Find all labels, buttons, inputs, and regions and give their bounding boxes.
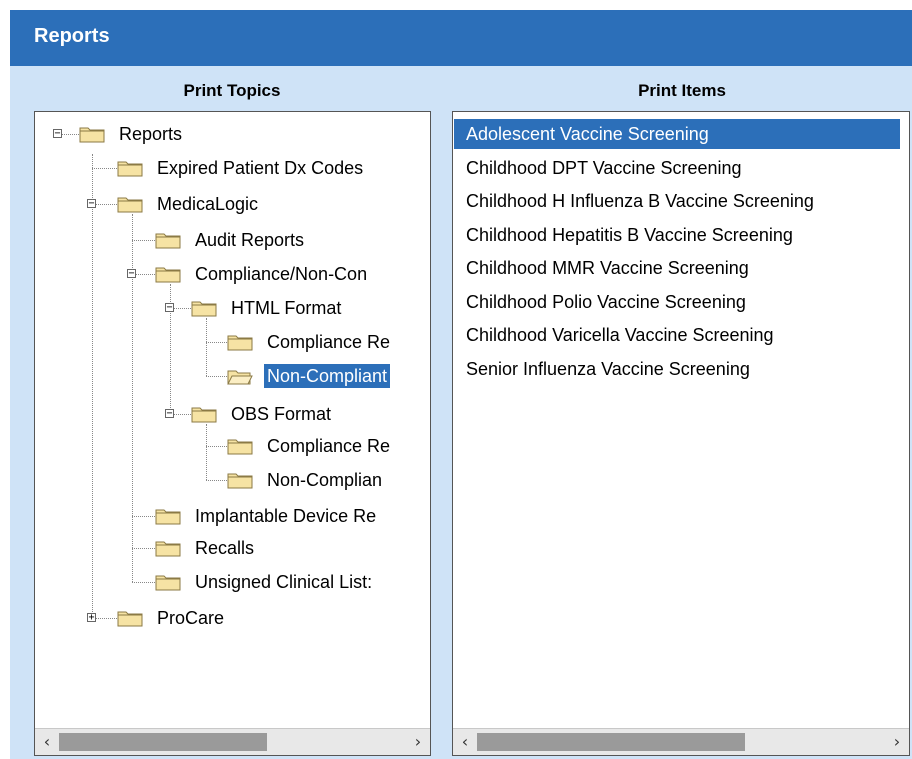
tree-node-html-compliance[interactable]: Compliance Re <box>264 330 393 354</box>
tree-node-recalls[interactable]: Recalls <box>192 536 257 560</box>
minus-box-icon[interactable]: − <box>165 303 174 313</box>
list-item[interactable]: Childhood H Influenza B Vaccine Screenin… <box>454 186 900 216</box>
print-topics-header: Print Topics <box>183 81 281 100</box>
print-items-list[interactable]: Adolescent Vaccine Screening Childhood DP… <box>452 111 910 756</box>
minus-box-icon[interactable]: − <box>165 409 174 419</box>
folder-icon <box>227 471 253 489</box>
minus-box-icon[interactable]: − <box>127 269 136 279</box>
folder-icon <box>117 159 143 177</box>
folder-open-icon <box>227 367 253 385</box>
window-title: Reports <box>34 25 110 47</box>
list-item[interactable]: Childhood Polio Vaccine Screening <box>454 287 900 317</box>
tree-node-implantable[interactable]: Implantable Device Re <box>192 504 379 528</box>
tree-connector <box>206 446 227 447</box>
folder-icon <box>227 437 253 455</box>
tree-connector <box>132 516 155 517</box>
chevron-right-icon[interactable]: › <box>885 729 909 755</box>
tree-node-procare[interactable]: ProCare <box>154 606 227 630</box>
tree-node-obs-noncompliant[interactable]: Non-Complian <box>264 468 385 492</box>
scrollbar-thumb[interactable] <box>59 733 267 751</box>
tree-connector <box>206 342 227 343</box>
tree-connector <box>206 318 207 376</box>
list-item[interactable]: Childhood DPT Vaccine Screening <box>454 153 900 183</box>
print-topics-hscrollbar[interactable]: ‹ › <box>35 728 430 755</box>
folder-icon <box>117 609 143 627</box>
tree-node-compliance[interactable]: Compliance/Non-Con <box>192 262 370 286</box>
tree-node-html[interactable]: HTML Format <box>228 296 344 320</box>
scrollbar-thumb[interactable] <box>477 733 745 751</box>
tree-connector <box>92 168 117 169</box>
print-topics-tree[interactable]: − Reports Expired Patient Dx Codes − MedicaL… <box>34 111 431 756</box>
tree-node-expired[interactable]: Expired Patient Dx Codes <box>154 156 366 180</box>
folder-icon <box>155 231 181 249</box>
folder-icon <box>191 405 217 423</box>
folder-icon <box>155 265 181 283</box>
minus-box-icon[interactable]: − <box>87 199 96 209</box>
list-item[interactable]: Senior Influenza Vaccine Screening <box>454 354 900 384</box>
chevron-left-icon[interactable]: ‹ <box>453 729 477 755</box>
tree-node-audit[interactable]: Audit Reports <box>192 228 307 252</box>
reports-window: Reports Print Topics Print Items − Report… <box>10 10 912 759</box>
tree-connector <box>132 582 155 583</box>
list-item[interactable]: Childhood Hepatitis B Vaccine Screening <box>454 220 900 250</box>
folder-icon <box>79 125 105 143</box>
tree-connector <box>92 154 93 618</box>
list-item[interactable]: Adolescent Vaccine Screening <box>454 119 900 149</box>
tree-connector <box>132 240 155 241</box>
tree-node-reports[interactable]: Reports <box>116 122 185 146</box>
minus-box-icon[interactable]: − <box>53 129 62 139</box>
tree-connector <box>206 376 227 377</box>
tree-node-medicalogic[interactable]: MedicaLogic <box>154 192 261 216</box>
folder-icon <box>117 195 143 213</box>
folder-icon <box>155 507 181 525</box>
folder-icon <box>155 573 181 591</box>
tree-node-html-noncompliant[interactable]: Non-Compliant <box>264 364 391 388</box>
tree-node-unsigned[interactable]: Unsigned Clinical List: <box>192 570 375 594</box>
list-item[interactable]: Childhood Varicella Vaccine Screening <box>454 320 900 350</box>
folder-icon <box>191 299 217 317</box>
folder-icon <box>227 333 253 351</box>
title-bar: Reports <box>10 10 912 66</box>
tree-connector <box>206 480 227 481</box>
folder-icon <box>155 539 181 557</box>
plus-box-icon[interactable]: + <box>87 613 96 623</box>
tree-node-obs[interactable]: OBS Format <box>228 402 334 426</box>
tree-node-obs-compliance[interactable]: Compliance Re <box>264 434 393 458</box>
chevron-right-icon[interactable]: › <box>406 729 430 755</box>
chevron-left-icon[interactable]: ‹ <box>35 729 59 755</box>
list-item[interactable]: Childhood MMR Vaccine Screening <box>454 253 900 283</box>
tree-connector <box>132 548 155 549</box>
print-items-hscrollbar[interactable]: ‹ › <box>453 728 909 755</box>
print-items-header: Print Items <box>638 81 726 100</box>
tree-connector <box>206 424 207 480</box>
